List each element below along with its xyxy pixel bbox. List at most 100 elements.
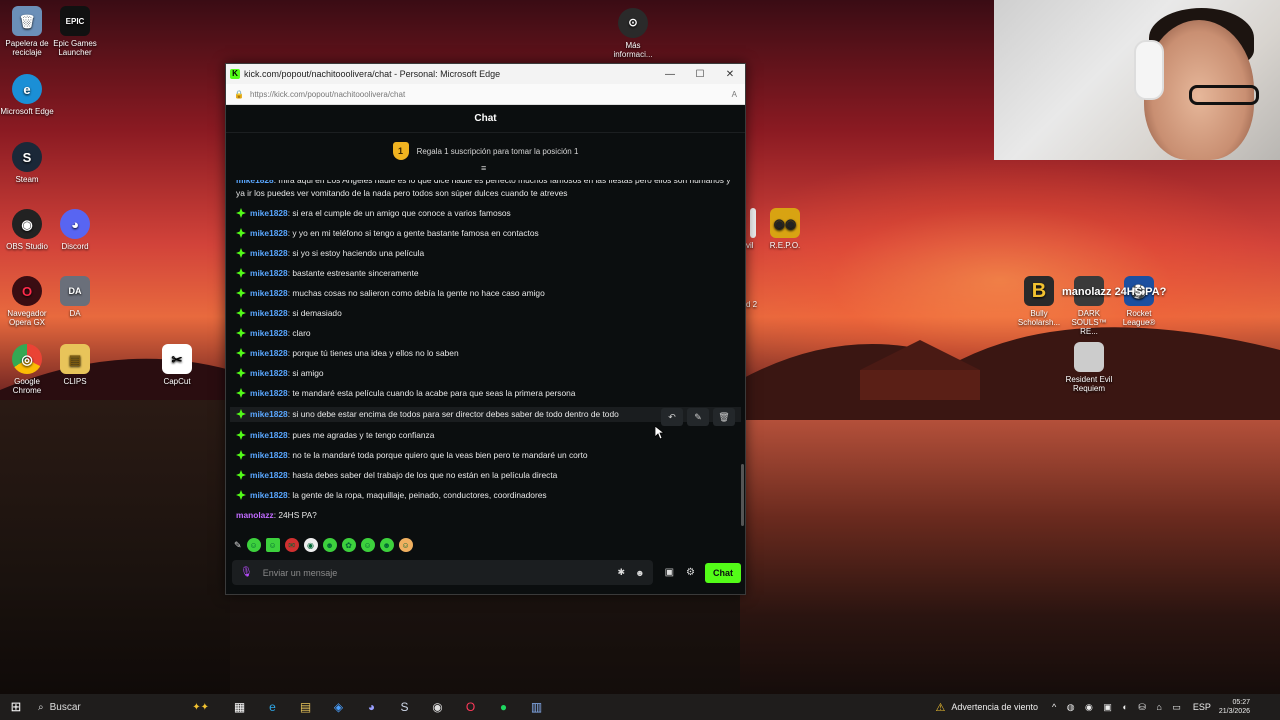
task-view-icon[interactable]: ▦ bbox=[223, 694, 256, 720]
reply-icon[interactable]: ↶ bbox=[661, 408, 683, 426]
tray-icons[interactable]: ^ ◍ ◉ ▣ ◐ ⛁ ⌂ ▭ bbox=[1052, 702, 1185, 713]
desktop-icon-repo[interactable]: ◉◉ R.E.P.O. bbox=[758, 208, 812, 250]
chat-username[interactable]: mike1828 bbox=[250, 227, 288, 240]
chat-username[interactable]: mike1828 bbox=[250, 267, 288, 280]
chat-input[interactable]: 🎙 Enviar un mensaje ✱ ☻ bbox=[232, 560, 653, 585]
rank-medal-icon: 1 bbox=[392, 142, 409, 160]
chat-username[interactable]: mike1828 bbox=[250, 347, 288, 360]
chat-message: mike1828: bastante estresante sinceramen… bbox=[236, 267, 735, 280]
url-text[interactable]: https://kick.com/popout/nachitooolivera/… bbox=[250, 90, 732, 99]
windows-start-icon[interactable]: ⊞ bbox=[0, 699, 32, 715]
desktop-icon-bully[interactable]: B Bully Scholarsh... bbox=[1012, 276, 1066, 327]
file-explorer-icon[interactable]: ▤ bbox=[289, 694, 322, 720]
desktop-icon-label: Steam bbox=[15, 175, 39, 184]
wallpaper-glow bbox=[700, 150, 1280, 410]
settings-gear-icon[interactable]: ⚙ bbox=[686, 567, 695, 578]
desktop-icon-capcut[interactable]: ✂ CapCut bbox=[150, 344, 204, 386]
desktop-icon-resident-evil[interactable]: Resident Evil Requiem bbox=[1062, 342, 1116, 393]
obs-taskbar-icon[interactable]: ◉ bbox=[421, 694, 454, 720]
steam-taskbar-icon[interactable]: S bbox=[388, 694, 421, 720]
desktop-icon-edge[interactable]: e Microsoft Edge bbox=[0, 74, 54, 116]
desktop-icon-label: Navegador Opera GX bbox=[7, 309, 47, 327]
gift-icon[interactable]: ▣ bbox=[665, 567, 674, 578]
translate-icon[interactable]: ✱ bbox=[618, 567, 626, 578]
clock-date: 21/3/2026 bbox=[1218, 708, 1250, 715]
taskbar-tray: ⚠ Advertencia de viento ^ ◍ ◉ ▣ ◐ ⛁ ⌂ ▭ … bbox=[936, 698, 1280, 716]
gift-sub-banner[interactable]: 1 Regala 1 suscripción para tomar la pos… bbox=[226, 133, 745, 173]
chat-username[interactable]: mike1828 bbox=[250, 449, 288, 462]
emote-icon[interactable]: ◉ bbox=[303, 538, 318, 552]
desktop-icon-opera-gx[interactable]: O Navegador Opera GX bbox=[0, 276, 54, 327]
sub-badge-icon bbox=[236, 430, 246, 440]
emote-icon[interactable]: ✉ bbox=[284, 538, 299, 552]
opera-gx-taskbar-icon[interactable]: O bbox=[454, 694, 487, 720]
emote-icon[interactable]: ✿ bbox=[341, 538, 356, 552]
calculator-icon[interactable]: ▥ bbox=[520, 694, 553, 720]
chat-username[interactable]: mike1828 bbox=[250, 429, 288, 442]
chat-input-row: 🎙 Enviar un mensaje ✱ ☻ ▣ ⚙ Chat bbox=[232, 560, 741, 585]
chat-username[interactable]: mike1828 bbox=[250, 367, 288, 380]
emoji-icon[interactable]: ☻ bbox=[635, 568, 644, 578]
delete-icon[interactable]: 🗑 bbox=[713, 408, 735, 426]
store-icon[interactable]: ◈ bbox=[322, 694, 355, 720]
window-titlebar[interactable]: K kick.com/popout/nachitooolivera/chat -… bbox=[226, 64, 745, 84]
chat-text: : hasta debes saber del trabajo de los q… bbox=[287, 470, 558, 480]
chat-input-placeholder[interactable]: Enviar un mensaje bbox=[263, 568, 608, 578]
chat-username[interactable]: mike1828 bbox=[250, 387, 288, 400]
chat-username[interactable]: mike1828 bbox=[250, 247, 288, 260]
taskbar-search[interactable]: ⌕ Buscar ✦✦ bbox=[32, 694, 217, 720]
desktop-icon-more-info[interactable]: ⊙ Más informaci... bbox=[606, 8, 660, 59]
read-aloud-icon[interactable]: A bbox=[732, 90, 737, 99]
desktop-icon-recycle-bin[interactable]: 🗑 Papelera de reciclaje bbox=[0, 6, 54, 57]
pin-icon[interactable]: ✎ bbox=[687, 408, 709, 426]
send-chat-button[interactable]: Chat bbox=[705, 562, 741, 583]
minimize-button[interactable]: — bbox=[655, 64, 685, 84]
chat-username[interactable]: manolazz bbox=[236, 509, 274, 522]
desktop-icon-discord[interactable]: ◕ Discord bbox=[48, 209, 102, 251]
emote-icon[interactable]: ☺ bbox=[398, 538, 413, 552]
pinned-handle-icon[interactable]: ≡ bbox=[481, 163, 486, 173]
desktop-icon-da[interactable]: DA DA bbox=[48, 276, 102, 318]
address-bar[interactable]: 🔒 https://kick.com/popout/nachitoooliver… bbox=[226, 84, 745, 105]
discord-taskbar-icon[interactable]: ◕ bbox=[355, 694, 388, 720]
close-button[interactable]: ✕ bbox=[715, 64, 745, 84]
chat-username[interactable]: mike1828 bbox=[250, 307, 288, 320]
chat-username[interactable]: mike1828 bbox=[250, 327, 288, 340]
weather-label[interactable]: Advertencia de viento bbox=[951, 702, 1038, 712]
language-label[interactable]: ESP bbox=[1193, 702, 1211, 712]
chat-scrollbar[interactable] bbox=[741, 464, 744, 526]
desktop-icon-clips-folder[interactable]: ▤ CLIPS bbox=[48, 344, 102, 386]
chat-username[interactable]: mike1828 bbox=[250, 489, 288, 502]
edge-popout-window[interactable]: K kick.com/popout/nachitooolivera/chat -… bbox=[225, 63, 746, 595]
edge-taskbar-icon[interactable]: e bbox=[256, 694, 289, 720]
emote-icon[interactable]: ☺ bbox=[246, 538, 261, 552]
desktop-icon-steam[interactable]: S Steam bbox=[0, 142, 54, 184]
desktop-icon-epic-games[interactable]: EPIC Epic Games Launcher bbox=[48, 6, 102, 57]
emote-icon[interactable]: ☺ bbox=[265, 538, 280, 552]
chat-username[interactable]: mike1828 bbox=[250, 408, 288, 421]
spotify-icon[interactable]: ● bbox=[487, 694, 520, 720]
emote-icon[interactable]: ☻ bbox=[379, 538, 394, 552]
chat-text: : si yo si estoy haciendo una película bbox=[287, 248, 425, 258]
chat-username[interactable]: mike1828 bbox=[236, 180, 274, 185]
pencil-icon[interactable]: ✎ bbox=[234, 540, 242, 551]
emote-icon[interactable]: ☺ bbox=[360, 538, 375, 552]
repo-icon: ◉◉ bbox=[770, 208, 800, 238]
warning-icon[interactable]: ⚠ bbox=[936, 701, 946, 714]
chat-messages[interactable]: mike1828: mira aqui en Los Angeles nadie… bbox=[226, 180, 745, 535]
chat-username[interactable]: mike1828 bbox=[250, 287, 288, 300]
clock[interactable]: 05:27 21/3/2026 bbox=[1219, 698, 1250, 716]
chat-message: mike1828: la gente de la ropa, maquillaj… bbox=[236, 489, 735, 502]
desktop-icon-obs[interactable]: ◉ OBS Studio bbox=[0, 209, 54, 251]
chat-username[interactable]: mike1828 bbox=[250, 207, 288, 220]
emote-icon[interactable]: ☻ bbox=[322, 538, 337, 552]
desktop-icon-rocket-league[interactable]: ⚽ Rocket League® bbox=[1112, 276, 1166, 327]
chat-username[interactable]: mike1828 bbox=[250, 469, 288, 482]
windows-taskbar: ⊞ ⌕ Buscar ✦✦ ▦ e ▤ ◈ ◕ S ◉ O ● ▥ ⚠ Adve… bbox=[0, 694, 1280, 720]
maximize-button[interactable]: ☐ bbox=[685, 64, 715, 84]
desktop-icon-dark-souls[interactable]: DARK SOULS™ RE... bbox=[1062, 276, 1116, 336]
desktop-icon-chrome[interactable]: ◎ Google Chrome bbox=[0, 344, 54, 395]
webcam-feed bbox=[994, 0, 1280, 160]
microphone-icon[interactable]: 🎙 bbox=[240, 567, 253, 578]
sub-badge-icon bbox=[236, 388, 246, 398]
